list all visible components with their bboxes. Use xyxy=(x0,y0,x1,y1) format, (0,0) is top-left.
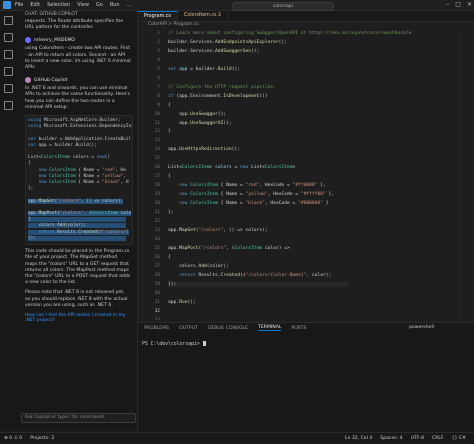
status-bar: ⊗ 0 ⚠ 0 Projects: 2 Ln 32, Col 4 Spaces:… xyxy=(0,432,474,444)
tab-problems[interactable]: PROBLEMS xyxy=(144,326,169,331)
language-mode[interactable]: {} C# xyxy=(452,433,466,444)
menu-bar: File Edit Selection View Go Run ... xyxy=(15,2,131,8)
user-message: using ColorsItem - create two API routes… xyxy=(25,46,131,71)
chat-icon[interactable] xyxy=(4,101,13,110)
copilot-name: GitHub Copilot xyxy=(34,77,68,83)
user-message-header: mhenry_MSDEMO xyxy=(25,37,131,44)
copilot-answer: In .NET 6 and onwards, you can use minim… xyxy=(25,86,130,110)
tab-colorsitem-cs[interactable]: ColorsItem.cs 2 xyxy=(178,11,229,21)
activity-bar xyxy=(0,11,18,431)
tab-program-cs[interactable]: Program.cs xyxy=(138,11,178,21)
code-editor[interactable]: 1 2 3 4 5 6 7 8 9 10 11 12 13 14 15 16 17 18 19 20 21 22 23 24 2… xyxy=(138,30,474,320)
chat-intro-text: requests. The Route attribute specifies … xyxy=(25,19,124,31)
command-center-search[interactable]: colorsapi xyxy=(232,1,334,11)
line-ending[interactable]: CRLF xyxy=(432,433,444,444)
run-debug-icon[interactable] xyxy=(4,67,13,76)
title-bar: File Edit Selection View Go Run ... colo… xyxy=(0,0,474,11)
source-control-icon[interactable] xyxy=(4,50,13,59)
encoding[interactable]: UTF-8 xyxy=(411,433,424,444)
terminal-prompt: PS C:\dev\colorsapi> xyxy=(142,342,200,347)
search-icon[interactable] xyxy=(4,33,13,42)
tab-label: ColorsItem.cs 2 xyxy=(183,13,222,18)
chat-code-block[interactable]: using Microsoft.AspNetCore.Builder; usin… xyxy=(25,115,133,246)
menu-edit[interactable]: Edit xyxy=(30,2,40,8)
menu-view[interactable]: View xyxy=(77,2,89,8)
problems-status[interactable]: ⊗ 0 ⚠ 0 xyxy=(4,433,22,444)
user-name: mhenry_MSDEMO xyxy=(34,37,75,43)
followup-suggestion[interactable]: How can I test the API routes I created … xyxy=(25,313,131,323)
terminal-shell-label[interactable]: powershell xyxy=(409,325,434,330)
maximize-icon[interactable]: □ xyxy=(455,1,461,8)
bottom-panel: PROBLEMS OUTPUT DEBUG CONSOLE TERMINAL P… xyxy=(138,322,474,433)
tab-ports[interactable]: PORTS xyxy=(291,326,306,331)
tab-output[interactable]: OUTPUT xyxy=(179,326,198,331)
editor-tabs: Program.cs ColorsItem.cs 2 xyxy=(138,11,474,22)
chat-explanation: This code should be placed in the Progra… xyxy=(25,249,131,286)
avatar xyxy=(25,37,31,44)
indentation[interactable]: Spaces: 4 xyxy=(380,433,402,444)
menu-go[interactable]: Go xyxy=(96,2,103,8)
cursor-position[interactable]: Ln 32, Col 4 xyxy=(345,433,372,444)
terminal-cursor xyxy=(202,341,206,346)
close-icon[interactable]: ✕ xyxy=(467,1,472,8)
extensions-icon[interactable] xyxy=(4,84,13,93)
code-lines[interactable]: // Learn more about configuring Swagger/… xyxy=(168,30,411,308)
chat-header: CHAT: GITHUB COPILOT xyxy=(25,12,78,17)
vscode-logo-icon xyxy=(3,1,11,9)
breadcrumb[interactable]: ColorAPI > Program.cs xyxy=(148,22,199,27)
menu-more[interactable]: ... xyxy=(127,2,132,8)
copilot-message-header: GitHub Copilot xyxy=(25,77,131,84)
minimap[interactable] xyxy=(459,30,474,320)
copilot-icon xyxy=(25,77,31,84)
minimize-icon[interactable]: – xyxy=(446,1,449,8)
chat-input[interactable]: Ask Copilot or type / for commands xyxy=(21,413,136,423)
menu-file[interactable]: File xyxy=(15,2,23,8)
menu-run[interactable]: Run xyxy=(110,2,120,8)
tab-terminal[interactable]: TERMINAL xyxy=(258,325,282,331)
line-numbers: 1 2 3 4 5 6 7 8 9 10 11 12 13 14 15 16 17 18 19 20 21 22 23 24 2… xyxy=(154,31,160,320)
window-controls: – □ ✕ xyxy=(446,1,472,8)
explorer-icon[interactable] xyxy=(4,16,13,25)
menu-selection[interactable]: Selection xyxy=(47,2,70,8)
tab-debug-console[interactable]: DEBUG CONSOLE xyxy=(208,326,248,331)
terminal-output[interactable]: PS C:\dev\colorsapi> xyxy=(142,341,206,347)
copilot-chat-panel: CHAT: GITHUB COPILOT requests. The Route… xyxy=(17,11,138,431)
chat-version-note: Please note that .NET 8 is not released … xyxy=(25,290,128,308)
projects-status[interactable]: Projects: 2 xyxy=(30,433,54,444)
